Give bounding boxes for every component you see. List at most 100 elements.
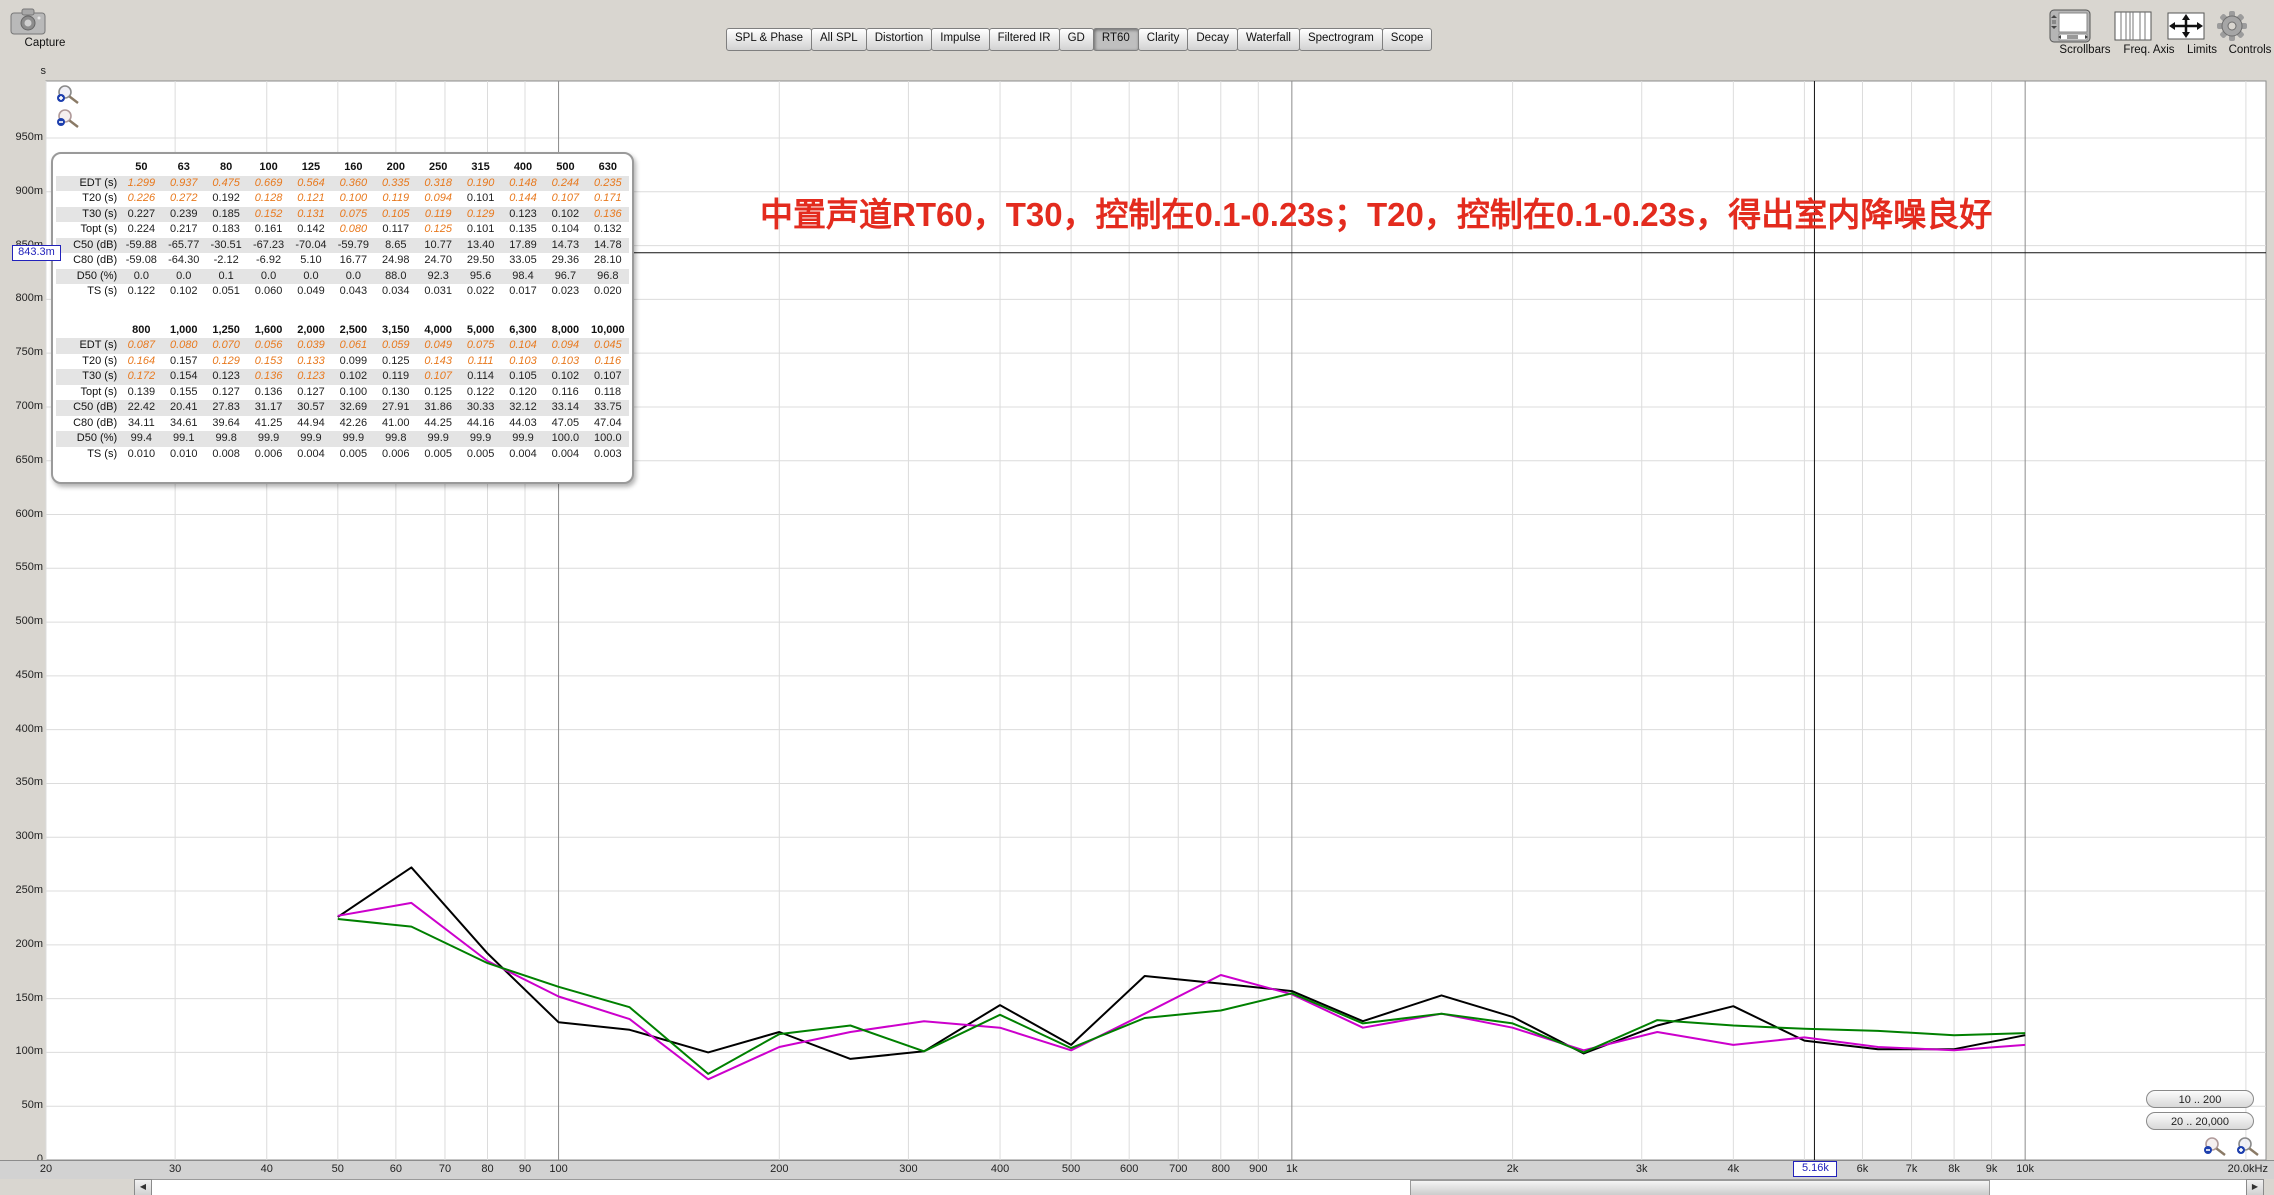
row-label: C80 (dB)	[56, 416, 120, 432]
table-cell: 0.118	[587, 385, 629, 401]
table-cell: 0.094	[544, 338, 586, 354]
table-cell: 99.9	[290, 431, 332, 447]
table-cell: 0.107	[587, 369, 629, 385]
table-row-edt: EDT (s)0.0870.0800.0700.0560.0390.0610.0…	[56, 338, 629, 354]
table-cell: 10.77	[417, 238, 459, 254]
freq-header: 160	[332, 160, 374, 176]
table-cell: 0.0	[332, 269, 374, 285]
table-row-topt: Topt (s)0.2240.2170.1830.1610.1420.0800.…	[56, 222, 629, 238]
table-row-t20: T20 (s)0.1640.1570.1290.1530.1330.0990.1…	[56, 354, 629, 370]
table-cell: 0.105	[502, 369, 544, 385]
table-cell: 0.136	[247, 385, 289, 401]
table-cell: 0.122	[120, 284, 162, 300]
freq-header: 1,250	[205, 323, 247, 339]
table-cell: 20.41	[163, 400, 205, 416]
table-cell: 95.6	[459, 269, 501, 285]
row-label: TS (s)	[56, 447, 120, 463]
table-cell: 24.70	[417, 253, 459, 269]
row-label: T20 (s)	[56, 191, 120, 207]
table-row-c80: C80 (dB)-59.08-64.30-2.12-6.925.1016.772…	[56, 253, 629, 269]
table-cell: 34.11	[120, 416, 162, 432]
table-cell: 16.77	[332, 253, 374, 269]
table-cell: 29.50	[459, 253, 501, 269]
table-cell: 0.075	[459, 338, 501, 354]
table-cell: 0.087	[120, 338, 162, 354]
table-cell: 0.139	[120, 385, 162, 401]
table-row-d50: D50 (%)0.00.00.10.00.00.088.092.395.698.…	[56, 269, 629, 285]
table-cell: 0.244	[544, 176, 586, 192]
row-label: T20 (s)	[56, 354, 120, 370]
table-cell: 0.127	[290, 385, 332, 401]
table-cell: 5.10	[290, 253, 332, 269]
horizontal-scrollbar[interactable]	[150, 1179, 2246, 1195]
table-cell: 33.14	[544, 400, 586, 416]
table-cell: 0.239	[163, 207, 205, 223]
freq-header: 80	[205, 160, 247, 176]
table-cell: 39.64	[205, 416, 247, 432]
table-cell: 27.83	[205, 400, 247, 416]
table-cell: 0.101	[459, 191, 501, 207]
freq-header: 100	[247, 160, 289, 176]
table-cell: 0.056	[247, 338, 289, 354]
table-cell: 0.043	[332, 284, 374, 300]
row-label: EDT (s)	[56, 176, 120, 192]
x-zoom-in-button[interactable]	[2236, 1136, 2262, 1157]
table-cell: 0.157	[163, 354, 205, 370]
table-cell: 0.111	[459, 354, 501, 370]
table-cell: 99.9	[247, 431, 289, 447]
table-cell: 0.183	[205, 222, 247, 238]
table-cell: 30.33	[459, 400, 501, 416]
table-row-ts: TS (s)0.1220.1020.0510.0600.0490.0430.03…	[56, 284, 629, 300]
table-cell: 0.272	[163, 191, 205, 207]
table-cell: 0.0	[290, 269, 332, 285]
table-cell: 92.3	[417, 269, 459, 285]
table-cell: 0.123	[290, 369, 332, 385]
table-cell: 47.04	[587, 416, 629, 432]
table-header-row: 506380100125160200250315400500630	[56, 160, 629, 176]
table-cell: 0.070	[205, 338, 247, 354]
table-cell: 0.116	[544, 385, 586, 401]
freq-header: 630	[587, 160, 629, 176]
range-button-20-20000[interactable]: 20 .. 20,000	[2146, 1112, 2254, 1130]
table-cell: 0.123	[502, 207, 544, 223]
table-cell: 14.78	[587, 238, 629, 254]
table-cell: 34.61	[163, 416, 205, 432]
y-zoom-out-button[interactable]	[56, 108, 82, 129]
x-zoom-out-button[interactable]	[2203, 1136, 2229, 1157]
table-cell: 0.171	[587, 191, 629, 207]
table-cell: -65.77	[163, 238, 205, 254]
scroll-right-button[interactable]: ▶	[2246, 1179, 2264, 1195]
table-cell: 99.9	[459, 431, 501, 447]
table-cell: 0.132	[587, 222, 629, 238]
table-cell: 0.133	[290, 354, 332, 370]
table-cell: 98.4	[502, 269, 544, 285]
table-row-d50: D50 (%)99.499.199.899.999.999.999.899.99…	[56, 431, 629, 447]
table-cell: 0.116	[587, 354, 629, 370]
table-cell: 0.080	[332, 222, 374, 238]
table-cell: 0.102	[544, 207, 586, 223]
table-cell: 0.123	[205, 369, 247, 385]
table-cell: 0.119	[417, 207, 459, 223]
table-cell: 0.127	[205, 385, 247, 401]
table-row-c50: C50 (dB)22.4220.4127.8331.1730.5732.6927…	[56, 400, 629, 416]
table-cell: 0.125	[375, 354, 417, 370]
table-cell: 0.125	[417, 222, 459, 238]
table-cell: 0.010	[163, 447, 205, 463]
table-cell: 0.129	[205, 354, 247, 370]
table-cell: -6.92	[247, 253, 289, 269]
table-cell: 0.135	[502, 222, 544, 238]
scrollbar-thumb[interactable]	[1410, 1180, 1990, 1195]
table-cell: 88.0	[375, 269, 417, 285]
table-cell: 99.9	[502, 431, 544, 447]
table-cell: 41.00	[375, 416, 417, 432]
x-cursor-readout: 5.16k	[1793, 1161, 1837, 1177]
table-cell: 0.017	[502, 284, 544, 300]
table-cell: 0.114	[459, 369, 501, 385]
row-label: C50 (dB)	[56, 238, 120, 254]
row-label: C50 (dB)	[56, 400, 120, 416]
table-cell: 0.102	[332, 369, 374, 385]
table-cell: 99.4	[120, 431, 162, 447]
scroll-left-button[interactable]: ◀	[134, 1179, 152, 1195]
range-button-10-200[interactable]: 10 .. 200	[2146, 1090, 2254, 1108]
y-zoom-in-button[interactable]	[56, 84, 82, 105]
